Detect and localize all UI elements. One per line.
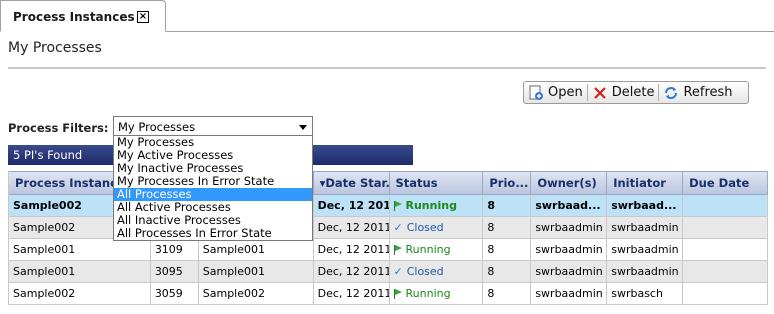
selected-filter-value: My Processes: [118, 120, 196, 134]
cell-owner: swrbaadmin: [531, 261, 608, 282]
cell-date: Dec, 12 2011: [314, 239, 390, 260]
cell-template: Sample002: [199, 283, 314, 304]
cell-due-date: [683, 195, 769, 216]
cell-date: Dec, 12 2011: [314, 195, 390, 216]
cell-due-date: [683, 239, 769, 260]
cell-priority: 8: [483, 283, 532, 304]
cell-owner: swrbaadmin: [531, 217, 608, 238]
cell-status: ✓ Closed: [390, 261, 484, 282]
delete-label: Delete: [611, 85, 655, 100]
column-header-date-started[interactable]: ▾Date Star...: [314, 172, 390, 194]
status-text: Closed: [406, 221, 444, 234]
tab-process-instances[interactable]: Process Instances ×: [0, 0, 166, 32]
cell-priority: 8: [483, 261, 532, 282]
refresh-label: Refresh: [683, 85, 733, 100]
divider: [8, 67, 766, 69]
table-row[interactable]: Sample001 3109 Sample001 Dec, 12 2011 Ru…: [9, 239, 769, 261]
cell-priority: 8: [483, 217, 532, 238]
running-flag-icon: [393, 200, 402, 211]
delete-button[interactable]: Delete: [588, 82, 659, 103]
tab-strip: Process Instances ×: [0, 0, 774, 32]
cell-template: Sample001: [199, 239, 314, 260]
cell-status: ✓ Closed: [390, 217, 484, 238]
column-header-owners[interactable]: Owner(s): [531, 172, 608, 194]
refresh-button[interactable]: Refresh: [659, 82, 736, 103]
column-header-due-date[interactable]: Due Date: [683, 172, 769, 194]
cell-id: 3059: [151, 283, 199, 304]
closed-check-icon: ✓: [393, 265, 403, 278]
cell-name: Sample002: [9, 283, 151, 304]
cell-status: Running: [390, 239, 484, 260]
page-title: My Processes: [8, 40, 102, 56]
column-header-priority[interactable]: Prio...: [483, 172, 532, 194]
cell-name: Sample001: [9, 261, 151, 282]
open-label: Open: [548, 85, 583, 100]
cell-due-date: [683, 261, 769, 282]
column-header-initiator[interactable]: Initiator: [607, 172, 684, 194]
delete-x-icon: [592, 85, 608, 101]
cell-priority: 8: [483, 239, 532, 260]
chevron-down-icon[interactable]: [299, 125, 307, 130]
action-toolbar: Open Delete Refresh: [523, 81, 749, 104]
cell-status: Running: [390, 195, 484, 216]
open-document-icon: [528, 85, 544, 101]
refresh-icon: [663, 85, 679, 101]
cell-initiator: swrbaadmin: [607, 261, 684, 282]
cell-status: Running: [390, 283, 484, 304]
cell-initiator: swrbasch: [607, 283, 684, 304]
table-row[interactable]: Sample002 3059 Sample002 Dec, 12 2011 Ru…: [9, 283, 769, 305]
open-button[interactable]: Open: [524, 82, 587, 103]
cell-owner: swrbaad...: [531, 195, 608, 216]
cell-initiator: swrbaad...: [607, 195, 684, 216]
cell-due-date: [683, 217, 769, 238]
cell-date: Dec, 12 2011: [314, 261, 390, 282]
running-flag-icon: [393, 244, 402, 255]
cell-owner: swrbaadmin: [531, 283, 608, 304]
filter-option[interactable]: All Processes In Error State: [114, 227, 312, 240]
cell-priority: 8: [483, 195, 532, 216]
status-text: Running: [405, 287, 451, 300]
cell-name: Sample001: [9, 239, 151, 260]
status-text: Running: [405, 243, 451, 256]
cell-owner: swrbaadmin: [531, 239, 608, 260]
running-flag-icon: [393, 288, 402, 299]
closed-check-icon: ✓: [393, 221, 403, 234]
cell-due-date: [683, 283, 769, 304]
process-filter-dropdown: My Processes My Active Processes My Inac…: [113, 135, 313, 241]
tab-label: Process Instances: [13, 10, 135, 24]
table-row[interactable]: Sample001 3095 Sample001 Dec, 12 2011 ✓ C…: [9, 261, 769, 283]
status-text: Closed: [406, 265, 444, 278]
cell-date: Dec, 12 2011: [314, 283, 390, 304]
cell-id: 3109: [151, 239, 199, 260]
process-filter-select[interactable]: My Processes: [113, 116, 313, 136]
cell-date: Dec, 12 2011: [314, 217, 390, 238]
cell-initiator: swrbaadmin: [607, 239, 684, 260]
cell-initiator: swrbaadmin: [607, 217, 684, 238]
status-text: Running: [405, 199, 457, 212]
column-header-date-started-label: Date Star...: [325, 176, 390, 190]
close-icon[interactable]: ×: [137, 11, 149, 23]
column-header-status[interactable]: Status: [390, 172, 484, 194]
cell-template: Sample001: [199, 261, 314, 282]
process-filters-label: Process Filters:: [8, 121, 109, 135]
cell-id: 3095: [151, 261, 199, 282]
